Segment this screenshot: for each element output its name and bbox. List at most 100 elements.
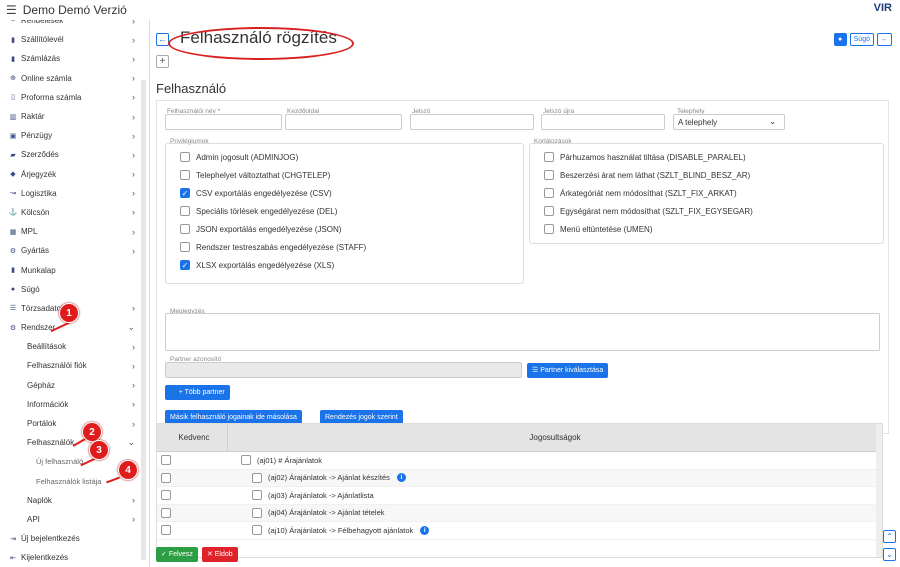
sidebar-item[interactable]: ▰ Szerződés › bbox=[0, 145, 149, 164]
checkbox[interactable] bbox=[544, 206, 554, 216]
doc-icon: ▮ bbox=[11, 36, 15, 44]
privileges-checkbox-row[interactable]: Rendszer testreszabás engedélyezése (STA… bbox=[180, 242, 366, 252]
hamburger-menu-icon[interactable]: ☰ bbox=[6, 3, 17, 17]
partner-select-button[interactable]: ☰ Partner kiválasztása bbox=[527, 363, 609, 378]
right-checkbox[interactable] bbox=[252, 490, 262, 501]
privileges-checkbox-row[interactable]: Telephelyet változtathat (CHGTELEP) bbox=[180, 170, 330, 180]
doc-icon: ▮ bbox=[11, 55, 15, 63]
chevron-right-icon: › bbox=[132, 20, 135, 26]
favorite-checkbox[interactable] bbox=[161, 455, 171, 466]
sidebar-item[interactable]: ▦ MPL › bbox=[0, 222, 149, 241]
sidebar-item[interactable]: Portálok › bbox=[0, 414, 149, 433]
sidebar-item[interactable]: Felhasználói fiók › bbox=[0, 356, 149, 375]
note-textarea[interactable] bbox=[165, 313, 880, 351]
favorite-checkbox[interactable] bbox=[161, 490, 171, 501]
privileges-checkbox-row[interactable]: Speciális törlések engedélyezése (DEL) bbox=[180, 206, 337, 216]
restrictions-checkbox-row[interactable]: Párhuzamos használat tiltása (DISABLE_PA… bbox=[544, 152, 746, 162]
scroll-up-button[interactable]: ⌃ bbox=[883, 530, 896, 543]
checkbox[interactable]: ✓ bbox=[180, 188, 190, 198]
favorite-checkbox[interactable] bbox=[161, 507, 171, 518]
privileges-checkbox-row[interactable]: ✓ CSV exportálás engedélyezése (CSV) bbox=[180, 188, 332, 198]
warehouse-icon: ▥ bbox=[9, 113, 17, 121]
start-page-input[interactable] bbox=[285, 114, 402, 130]
checkbox[interactable] bbox=[544, 188, 554, 198]
col-favorite[interactable]: Kedvenc bbox=[157, 433, 227, 442]
checkbox[interactable] bbox=[544, 152, 554, 162]
favorite-checkbox[interactable] bbox=[161, 525, 171, 536]
sidebar-item[interactable]: ▮ Számlázás › bbox=[0, 49, 149, 68]
checkbox[interactable] bbox=[544, 170, 554, 180]
annotation-badge-1: 1 bbox=[59, 303, 79, 323]
restrictions-checkbox-row[interactable]: Egységárat nem módosíthat (SZLT_FIX_EGYS… bbox=[544, 206, 753, 216]
sidebar-item[interactable]: API › bbox=[0, 510, 149, 529]
sidebar-item-label: Gyártás bbox=[21, 246, 50, 256]
sidebar-item[interactable]: Gépház › bbox=[0, 376, 149, 395]
grid-scrollbar[interactable] bbox=[876, 424, 882, 557]
site-select[interactable]: A telephely ⌄ bbox=[673, 114, 785, 130]
table-row: (aj01) # Árajánlatok bbox=[157, 452, 882, 470]
privileges-checkbox-row[interactable]: ✓ XLSX exportálás engedélyezése (XLS) bbox=[180, 260, 334, 270]
restrictions-checkbox-row[interactable]: Árkategóriát nem módosíthat (SZLT_FIX_AR… bbox=[544, 188, 737, 198]
sidebar-item[interactable]: ⊕ Online számla › bbox=[0, 69, 149, 88]
sidebar-item[interactable]: ⇤ Kijelentkezés bbox=[0, 548, 149, 567]
checkbox[interactable] bbox=[180, 152, 190, 162]
right-checkbox[interactable] bbox=[241, 455, 251, 466]
checkbox[interactable]: ✓ bbox=[180, 260, 190, 270]
right-checkbox[interactable] bbox=[252, 525, 262, 536]
username-input[interactable] bbox=[165, 114, 282, 130]
checkbox[interactable] bbox=[544, 224, 554, 234]
list-icon: ☰ bbox=[532, 367, 541, 374]
sidebar-item[interactable]: ● Súgó bbox=[0, 280, 149, 299]
info-icon[interactable]: i bbox=[396, 473, 406, 483]
sidebar-item-label: Naplók bbox=[27, 495, 52, 505]
sidebar-item[interactable]: ◆ Árjegyzék › bbox=[0, 165, 149, 184]
checkbox-label: CSV exportálás engedélyezése (CSV) bbox=[196, 188, 332, 198]
more-partner-button[interactable]: 👤+ Több partner bbox=[165, 385, 230, 400]
help-button[interactable]: Súgó bbox=[849, 33, 874, 46]
sidebar-item[interactable]: ▮ Munkalap bbox=[0, 260, 149, 279]
sidebar-item[interactable]: ⚙ Gyártás › bbox=[0, 241, 149, 260]
sidebar-item[interactable]: Naplók › bbox=[0, 491, 149, 510]
restrictions-checkbox-row[interactable]: Menü eltüntetése (UMEN) bbox=[544, 224, 652, 234]
back-button[interactable]: ← bbox=[156, 33, 169, 46]
restrictions-checkbox-row[interactable]: Beszerzési árat nem láthat (SZLT_BLIND_B… bbox=[544, 170, 750, 180]
back-button-right[interactable]: ← bbox=[877, 33, 892, 46]
sidebar-item[interactable]: Információk › bbox=[0, 395, 149, 414]
app-title: Demo Demó Verzió bbox=[22, 3, 127, 17]
settings-icon: ⚙ bbox=[9, 324, 17, 332]
money-icon: ▣ bbox=[9, 132, 17, 140]
sidebar-item-label: Kölcsön bbox=[21, 207, 50, 217]
sidebar-item[interactable]: ▮ Szállítólevél › bbox=[0, 30, 149, 49]
sidebar-item[interactable]: ≡ Rendelések › bbox=[0, 20, 149, 30]
checkbox[interactable] bbox=[180, 224, 190, 234]
right-checkbox[interactable] bbox=[252, 507, 262, 518]
info-icon[interactable]: i bbox=[420, 525, 430, 535]
privileges-checkbox-row[interactable]: JSON exportálás engedélyezése (JSON) bbox=[180, 224, 341, 234]
sidebar-item[interactable]: ▣ Pénzügy › bbox=[0, 126, 149, 145]
checkbox[interactable] bbox=[180, 206, 190, 216]
checkbox[interactable] bbox=[180, 170, 190, 180]
sidebar-item[interactable]: Beállítások › bbox=[0, 337, 149, 356]
checkbox[interactable] bbox=[180, 242, 190, 252]
chevron-right-icon: › bbox=[132, 495, 135, 506]
col-rights[interactable]: Jogosultságok bbox=[227, 424, 882, 452]
vir-logo[interactable]: VIR bbox=[874, 2, 892, 14]
sidebar-item[interactable]: ⚓ Kölcsön › bbox=[0, 203, 149, 222]
sidebar-item[interactable]: ▥ Raktár › bbox=[0, 107, 149, 126]
sidebar-scrollbar[interactable] bbox=[141, 80, 146, 560]
info-button[interactable]: ● bbox=[833, 33, 847, 46]
checkbox-label: Rendszer testreszabás engedélyezése (STA… bbox=[196, 242, 367, 252]
add-button[interactable]: + bbox=[156, 55, 169, 68]
discard-button[interactable]: ✕ Eldob bbox=[201, 547, 238, 562]
favorite-checkbox[interactable] bbox=[161, 472, 171, 483]
privileges-checkbox-row[interactable]: Admin jogosult (ADMINJOG) bbox=[180, 152, 298, 162]
password-input[interactable] bbox=[410, 114, 534, 130]
password2-input[interactable] bbox=[541, 114, 665, 130]
sidebar-item[interactable]: ▯ Proforma számla › bbox=[0, 88, 149, 107]
sidebar-item[interactable]: ⇥ Új bejelentkezés bbox=[0, 529, 149, 548]
sidebar-item-label: API bbox=[27, 514, 40, 524]
save-button[interactable]: ✓ Felvesz bbox=[156, 547, 198, 562]
right-checkbox[interactable] bbox=[252, 472, 262, 483]
sidebar-item[interactable]: ↝ Logisztika › bbox=[0, 184, 149, 203]
scroll-down-button[interactable]: ⌄ bbox=[883, 548, 896, 561]
